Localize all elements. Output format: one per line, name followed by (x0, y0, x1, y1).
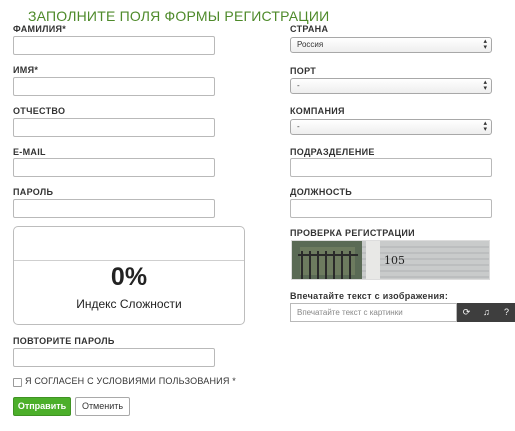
select-arrows-icon: ▴ ▾ (483, 120, 487, 133)
company-select[interactable]: - ▴ ▾ (290, 119, 492, 135)
position-input[interactable] (290, 199, 492, 218)
password-strength-meter: 0% Индекс Сложности (13, 226, 245, 325)
captcha-placeholder: Впечатайте текст с картинки (297, 308, 403, 317)
password-input[interactable] (13, 199, 215, 218)
surname-input[interactable] (13, 36, 215, 55)
patronymic-label: ОТЧЕСТВО (13, 106, 66, 116)
agree-label: Я СОГЛАСЕН С УСЛОВИЯМИ ПОЛЬЗОВАНИЯ * (25, 376, 236, 386)
country-value: Россия (297, 40, 324, 49)
name-label: ИМЯ* (13, 65, 39, 75)
repeat-password-label: ПОВТОРИТЕ ПАРОЛЬ (13, 336, 115, 346)
port-value: - (297, 81, 300, 90)
name-input[interactable] (13, 77, 215, 96)
strength-caption: Индекс Сложности (76, 297, 182, 311)
surname-label: ФАМИЛИЯ* (13, 24, 67, 34)
department-label: ПОДРАЗДЕЛЕНИЕ (290, 147, 375, 157)
country-label: СТРАНА (290, 24, 329, 34)
port-label: ПОРТ (290, 66, 317, 76)
select-arrows-icon: ▴ ▾ (483, 79, 487, 92)
captcha-controls: ⟳ ♫ ? (457, 303, 515, 322)
agree-checkbox[interactable] (13, 378, 22, 387)
captcha-text: 105 (384, 254, 405, 267)
captcha-image: 105 (291, 240, 490, 280)
repeat-password-input[interactable] (13, 348, 215, 367)
form-title: ЗАПОЛНИТЕ ПОЛЯ ФОРМЫ РЕГИСТРАЦИИ (28, 8, 330, 24)
select-arrows-icon: ▴ ▾ (483, 38, 487, 51)
email-label: E-MAIL (13, 147, 46, 157)
submit-button[interactable]: Отправить (13, 397, 71, 416)
audio-icon[interactable]: ♫ (477, 303, 496, 322)
position-label: ДОЛЖНОСТЬ (290, 187, 353, 197)
patronymic-input[interactable] (13, 118, 215, 137)
port-select[interactable]: - ▴ ▾ (290, 78, 492, 94)
company-value: - (297, 122, 300, 131)
department-input[interactable] (290, 158, 492, 177)
password-label: ПАРОЛЬ (13, 187, 54, 197)
country-select[interactable]: Россия ▴ ▾ (290, 37, 492, 53)
refresh-icon[interactable]: ⟳ (457, 303, 476, 322)
cancel-button[interactable]: Отменить (75, 397, 130, 416)
email-input[interactable] (13, 158, 215, 177)
captcha-input[interactable]: Впечатайте текст с картинки (290, 303, 457, 322)
captcha-label: ПРОВЕРКА РЕГИСТРАЦИИ (290, 228, 415, 238)
captcha-prompt: Впечатайте текст с изображения: (290, 291, 449, 301)
strength-bar (14, 260, 244, 261)
help-icon[interactable]: ? (497, 303, 515, 322)
company-label: КОМПАНИЯ (290, 106, 345, 116)
strength-percent: 0% (110, 263, 148, 291)
